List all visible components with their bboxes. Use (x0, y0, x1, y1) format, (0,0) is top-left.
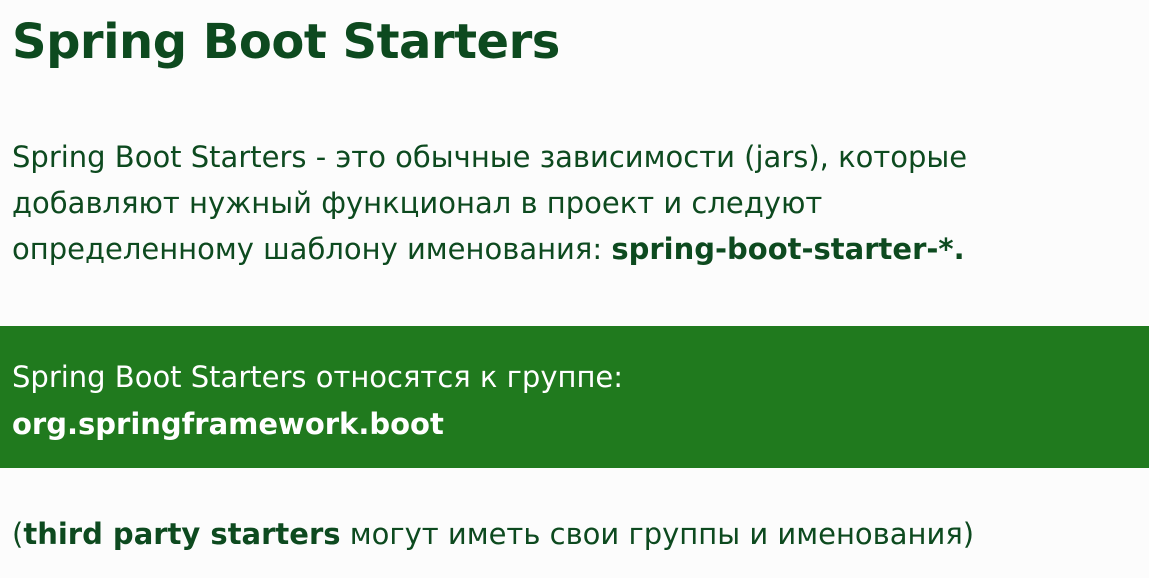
group-info: Spring Boot Starters относятся к группе:… (12, 354, 623, 448)
footer-rest-text: могут иметь свои группы и именования) (340, 517, 975, 551)
group-id: org.springframework.boot (12, 401, 623, 448)
description-line-3-text: определенному шаблону именования: (12, 232, 612, 266)
description-line-2: добавляют нужный функционал в проект и с… (12, 186, 823, 220)
slide-title: Spring Boot Starters (12, 14, 560, 70)
description-line-3: определенному шаблону именования: spring… (12, 226, 1132, 272)
naming-pattern: spring-boot-starter-*. (611, 232, 965, 266)
description-paragraph: Spring Boot Starters - это обычные завис… (12, 134, 1132, 272)
footer-bold-text: third party starters (23, 517, 341, 551)
group-id-text: org.springframework.boot (12, 407, 444, 441)
footer-note: (third party starters могут иметь свои г… (12, 514, 974, 554)
footer-open-paren: ( (12, 517, 24, 551)
group-info-line-1: Spring Boot Starters относятся к группе: (12, 360, 624, 394)
description-line-1: Spring Boot Starters - это обычные завис… (12, 140, 968, 174)
